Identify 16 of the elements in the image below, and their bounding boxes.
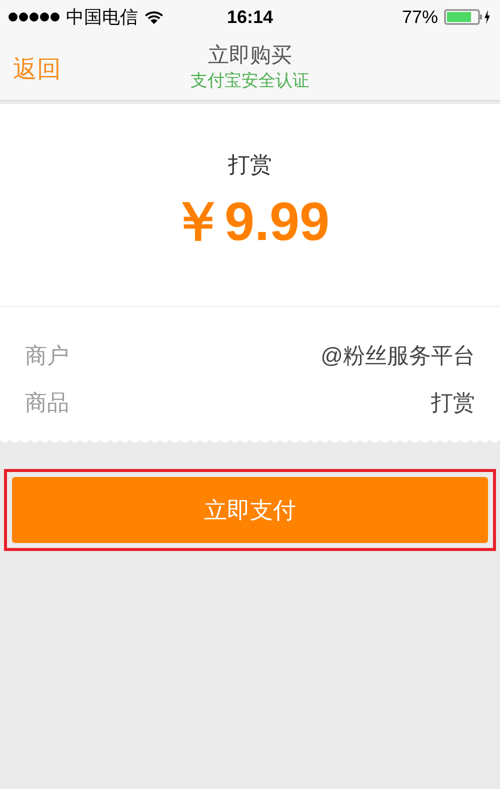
page-subtitle: 支付宝安全认证 xyxy=(190,70,310,92)
order-title: 打赏 xyxy=(228,151,272,179)
detail-value: 打赏 xyxy=(431,389,475,417)
wifi-icon xyxy=(144,10,164,24)
page-title: 立即购买 xyxy=(208,43,292,69)
carrier-name: 中国电信 xyxy=(66,6,138,28)
detail-label: 商户 xyxy=(25,342,69,370)
pay-button[interactable]: 立即支付 xyxy=(12,477,488,543)
price-amount: ￥9.99 xyxy=(170,195,330,249)
detail-label: 商品 xyxy=(25,389,69,417)
back-link[interactable]: 返回 xyxy=(13,52,61,88)
signal-icon xyxy=(8,12,60,22)
battery-percent: 77% xyxy=(402,6,438,28)
detail-value: @粉丝服务平台 xyxy=(320,342,475,370)
clock-time: 16:14 xyxy=(226,6,274,28)
battery-charging-icon xyxy=(444,9,492,25)
